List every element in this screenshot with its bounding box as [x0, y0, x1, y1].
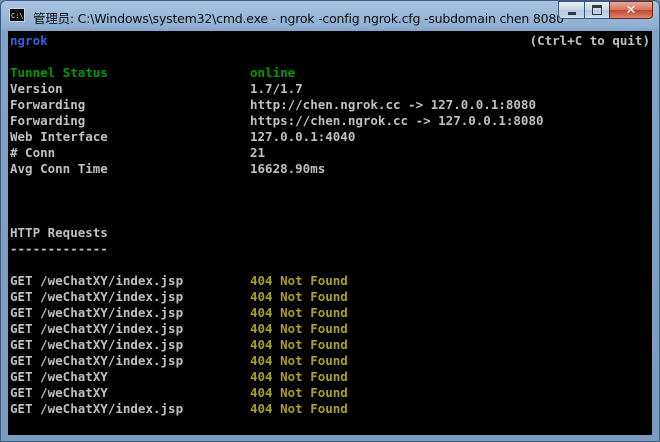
request-status: 404 Not Found — [250, 321, 348, 336]
minimize-icon — [567, 11, 576, 15]
request-status: 404 Not Found — [250, 273, 348, 288]
request-path: GET /weChatXY/index.jsp — [10, 401, 184, 416]
request-path: GET /weChatXY/index.jsp — [10, 321, 184, 336]
maximize-button[interactable] — [584, 1, 609, 19]
request-path: GET /weChatXY/index.jsp — [10, 353, 184, 368]
cmd-window: C:\ 管理员: C:\Windows\system32\cmd.exe - n… — [0, 0, 660, 442]
request-status: 404 Not Found — [250, 305, 348, 320]
tunnel-row-label: Avg Conn Time — [10, 161, 108, 176]
tunnel-row-label: Forwarding — [10, 113, 86, 128]
http-requests-underline: ------------- — [10, 241, 108, 256]
tunnel-row-value: 1.7/1.7 — [250, 81, 303, 96]
window-controls: ✕ — [558, 1, 653, 20]
quit-hint: (Ctrl+C to quit) — [529, 33, 650, 48]
tunnel-row-value: 21 — [250, 145, 266, 160]
request-path: GET /weChatXY — [10, 385, 108, 400]
tunnel-row-value: 16628.90ms — [250, 161, 326, 176]
tunnel-status-value: online — [250, 65, 296, 80]
request-status: 404 Not Found — [250, 369, 348, 384]
request-path: GET /weChatXY/index.jsp — [10, 273, 184, 288]
request-status: 404 Not Found — [250, 337, 348, 352]
tunnel-row-label: # Conn — [10, 145, 56, 160]
tunnel-row-value: http://chen.ngrok.cc -> 127.0.0.1:8080 — [250, 97, 536, 112]
tunnel-row-label: Web Interface — [10, 129, 108, 144]
cmd-app-icon[interactable]: C:\ — [9, 8, 25, 22]
request-status: 404 Not Found — [250, 289, 348, 304]
request-path: GET /weChatXY/index.jsp — [10, 289, 184, 304]
request-status: 404 Not Found — [250, 353, 348, 368]
close-button[interactable]: ✕ — [609, 1, 653, 19]
request-path: GET /weChatXY — [10, 369, 108, 384]
http-requests-title: HTTP Requests — [10, 225, 108, 240]
tunnel-row-value: 127.0.0.1:4040 — [250, 129, 356, 144]
close-icon: ✕ — [625, 2, 637, 18]
request-path: GET /weChatXY/index.jsp — [10, 305, 184, 320]
ngrok-brand: ngrok — [10, 33, 48, 48]
tunnel-row-label: Version — [10, 81, 63, 96]
request-status: 404 Not Found — [250, 385, 348, 400]
maximize-icon — [592, 5, 602, 15]
request-status: 404 Not Found — [250, 401, 348, 416]
tunnel-row-value: https://chen.ngrok.cc -> 127.0.0.1:8080 — [250, 113, 544, 128]
tunnel-row-label: Forwarding — [10, 97, 86, 112]
minimize-button[interactable] — [558, 1, 584, 19]
title-bar[interactable]: C:\ 管理员: C:\Windows\system32\cmd.exe - n… — [1, 1, 659, 31]
request-path: GET /weChatXY/index.jsp — [10, 337, 184, 352]
tunnel-status-label: Tunnel Status — [10, 65, 108, 80]
console-output[interactable]: ngrok (Ctrl+C to quit) Tunnel Status onl… — [8, 31, 652, 435]
window-title: 管理员: C:\Windows\system32\cmd.exe - ngrok… — [33, 11, 564, 26]
